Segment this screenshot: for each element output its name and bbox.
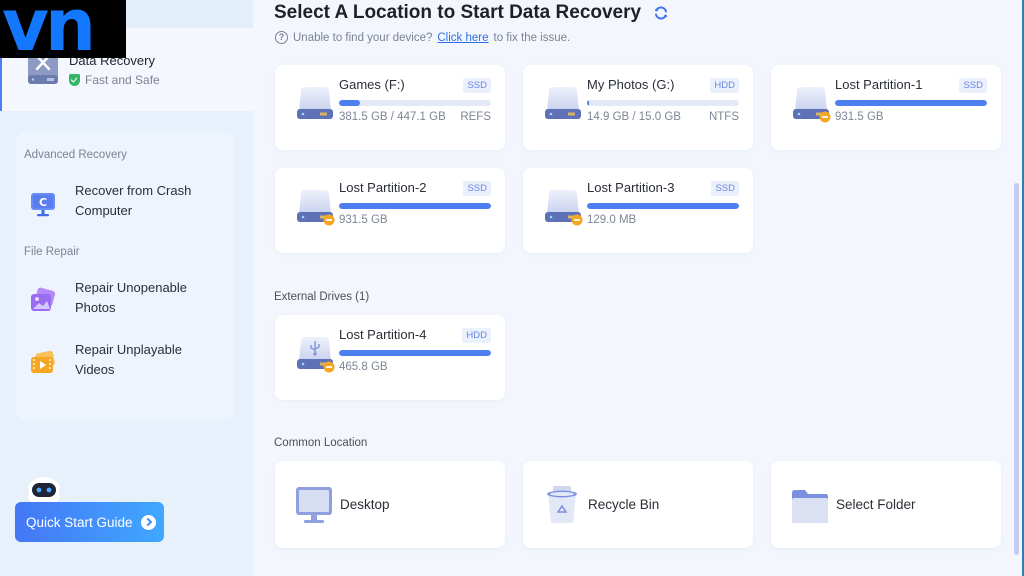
drive-type-badge: HDD xyxy=(462,328,491,343)
sidebar-item-recover-crash-computer[interactable]: C Recover from Crash Computer xyxy=(24,181,229,225)
item-label: Repair Unopenable Photos xyxy=(75,278,187,318)
location-desktop[interactable]: Desktop xyxy=(275,461,505,548)
advanced-panel: Advanced Recovery C Recover from Crash C… xyxy=(16,132,235,420)
item-label-line1: Recover from Crash xyxy=(75,183,192,198)
item-label: Recover from Crash Computer xyxy=(75,181,191,221)
recycle-bin-icon xyxy=(547,486,577,523)
drive-size: 465.8 GB xyxy=(339,361,388,373)
hard-drive-icon xyxy=(545,87,581,119)
crash-computer-icon: C xyxy=(31,193,55,217)
drive-size: 129.0 MB xyxy=(587,214,637,226)
common-location-label: Common Location xyxy=(274,437,368,449)
photo-repair-icon xyxy=(31,287,56,311)
hard-drive-icon xyxy=(545,190,583,226)
drive-usage-fill xyxy=(587,203,739,209)
watermark-logo: vn xyxy=(0,0,126,58)
shield-check-icon xyxy=(69,74,80,86)
external-drives-label: External Drives (1) xyxy=(274,291,370,303)
video-repair-icon xyxy=(31,350,55,373)
drive-usage-bar xyxy=(835,100,987,106)
section-label-advanced-recovery: Advanced Recovery xyxy=(24,149,127,161)
drive-name: Lost Partition-2 xyxy=(339,180,427,195)
item-label: Repair Unplayable Videos xyxy=(75,340,182,380)
scrollbar-thumb[interactable] xyxy=(1014,183,1019,555)
desktop-icon xyxy=(296,487,332,523)
drive-size: 381.5 GB / 447.1 GB xyxy=(339,111,446,123)
drive-type-badge: SSD xyxy=(463,78,491,93)
location-label: Desktop xyxy=(340,497,390,512)
drive-type-badge: SSD xyxy=(711,181,739,196)
location-recycle-bin[interactable]: Recycle Bin xyxy=(523,461,753,548)
drive-card-games-f[interactable]: Games (F:) SSD 381.5 GB / 447.1 GB REFS xyxy=(275,65,505,150)
sidebar-item-repair-photos[interactable]: Repair Unopenable Photos xyxy=(24,278,229,322)
quick-start-guide-button[interactable]: Quick Start Guide xyxy=(15,502,164,542)
hard-drive-icon xyxy=(297,87,333,119)
drive-name: Lost Partition-4 xyxy=(339,327,427,342)
drive-usage-fill xyxy=(339,203,491,209)
page-title-text: Select A Location to Start Data Recovery xyxy=(274,2,642,23)
location-select-folder[interactable]: Select Folder xyxy=(771,461,1001,548)
drive-usage-fill xyxy=(339,100,361,106)
section-label-file-repair: File Repair xyxy=(24,246,80,258)
item-label-line2: Computer xyxy=(75,203,133,218)
drive-card-lost-partition-2[interactable]: Lost Partition-2 SSD 931.5 GB xyxy=(275,168,505,253)
refresh-icon[interactable] xyxy=(653,5,669,21)
drive-filesystem: REFS xyxy=(460,111,491,123)
location-label: Select Folder xyxy=(836,497,916,512)
chevron-right-icon xyxy=(140,514,156,530)
question-icon: ? xyxy=(275,31,288,44)
drive-usage-fill xyxy=(339,350,491,356)
selected-item-subtitle: Fast and Safe xyxy=(69,73,160,87)
sidebar: Data Recovery Fast and Safe vn Advanced … xyxy=(0,0,253,576)
page-title: Select A Location to Start Data Recovery xyxy=(274,2,669,24)
subtitle-text: Fast and Safe xyxy=(85,73,160,87)
usb-drive-icon xyxy=(297,337,335,373)
drive-type-badge: SSD xyxy=(959,78,987,93)
drive-filesystem: NTFS xyxy=(708,111,739,123)
drive-usage-bar xyxy=(587,100,739,106)
drive-name: Lost Partition-3 xyxy=(587,180,675,195)
drive-name: Lost Partition-1 xyxy=(835,77,923,92)
device-hint: ? Unable to find your device? Click here… xyxy=(275,31,570,44)
drive-usage-bar xyxy=(339,350,491,356)
drive-usage-bar xyxy=(339,203,491,209)
hard-drive-icon xyxy=(793,87,831,123)
drive-usage-fill xyxy=(587,100,589,106)
hard-drive-icon xyxy=(297,190,335,226)
drive-card-lost-partition-3[interactable]: Lost Partition-3 SSD 129.0 MB xyxy=(523,168,753,253)
drive-card-lost-partition-1[interactable]: Lost Partition-1 SSD 931.5 GB xyxy=(771,65,1001,150)
drive-card-lost-partition-4[interactable]: Lost Partition-4 HDD 465.8 GB xyxy=(275,315,505,400)
item-label-line1: Repair Unopenable xyxy=(75,280,188,295)
drive-usage-bar xyxy=(339,100,491,106)
folder-icon xyxy=(792,490,828,523)
drive-type-badge: HDD xyxy=(710,78,739,93)
drive-name: Games (F:) xyxy=(339,77,405,92)
item-label-line2: Videos xyxy=(75,362,115,377)
location-label: Recycle Bin xyxy=(588,497,660,512)
drive-card-my-photos-g[interactable]: My Photos (G:) HDD 14.9 GB / 15.0 GB NTFS xyxy=(523,65,753,150)
item-label-line2: Photos xyxy=(75,300,116,315)
drive-size: 931.5 GB xyxy=(339,214,388,226)
svg-text:C: C xyxy=(39,196,47,209)
item-label-line1: Repair Unplayable xyxy=(75,342,182,357)
drive-name: My Photos (G:) xyxy=(587,77,675,92)
drive-size: 931.5 GB xyxy=(835,111,884,123)
drive-usage-bar xyxy=(587,203,739,209)
quick-start-label: Quick Start Guide xyxy=(26,514,133,530)
drive-size: 14.9 GB / 15.0 GB xyxy=(587,111,681,123)
drive-type-badge: SSD xyxy=(463,181,491,196)
hint-prefix: Unable to find your device? xyxy=(293,31,433,44)
click-here-link[interactable]: Click here xyxy=(437,32,488,44)
drive-usage-fill xyxy=(835,100,987,106)
sidebar-item-repair-videos[interactable]: Repair Unplayable Videos xyxy=(24,340,229,384)
hint-suffix: to fix the issue. xyxy=(493,31,571,44)
